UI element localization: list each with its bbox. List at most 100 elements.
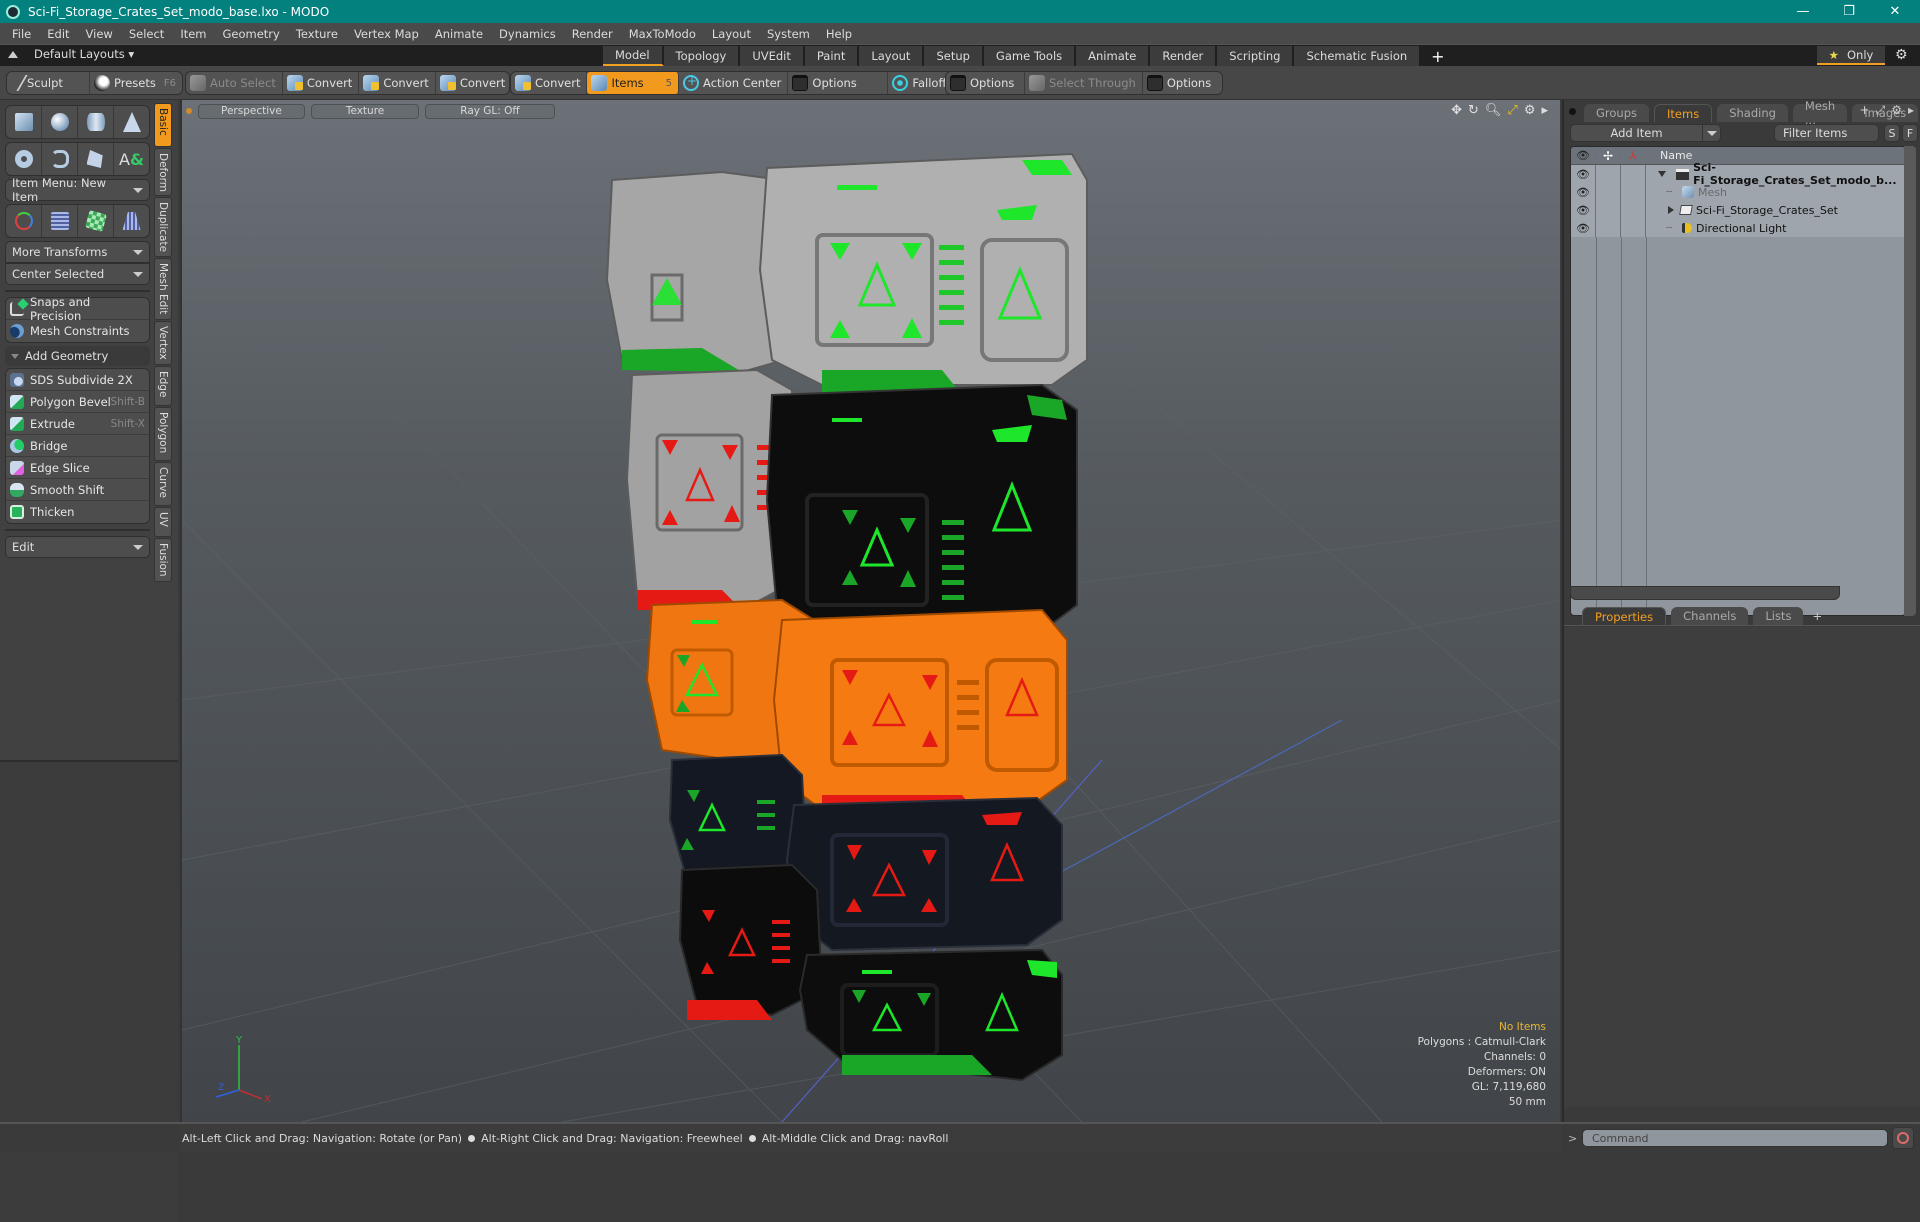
tree-item-scene[interactable]: 👁︎ Sci-Fi_Storage_Crates_Set_modo_b... <box>1571 161 1905 187</box>
items-mode-button[interactable]: Items 5 <box>587 72 680 94</box>
tab-uvedit[interactable]: UVEdit <box>740 46 805 66</box>
vtab-vertex[interactable]: Vertex <box>154 321 172 365</box>
item-menu-dropdown[interactable]: Item Menu: New Item <box>5 176 150 204</box>
visibility-eye-icon[interactable]: 👁︎ <box>1576 186 1590 199</box>
presets-button[interactable]: Presets F6 <box>90 72 182 94</box>
polygon-bevel-button[interactable]: Polygon Bevel Shift-B <box>6 391 149 413</box>
menu-select[interactable]: Select <box>121 27 172 41</box>
vtab-edge[interactable]: Edge <box>154 366 172 406</box>
tab-render[interactable]: Render <box>1150 46 1218 66</box>
crate-orange-right[interactable] <box>772 608 1068 820</box>
falloff-options-button[interactable]: Options <box>946 72 1025 94</box>
vtab-mesh-edit[interactable]: Mesh Edit <box>154 258 172 320</box>
viewport-menu-dot[interactable] <box>186 108 192 114</box>
edge-slice-button[interactable]: Edge Slice <box>6 457 149 479</box>
menu-item[interactable]: Item <box>172 27 214 41</box>
menu-file[interactable]: File <box>4 27 39 41</box>
tab-mesh[interactable]: Mesh ... <box>1792 99 1848 127</box>
tab-topology[interactable]: Topology <box>663 46 741 66</box>
crate-black-green-bottom[interactable] <box>798 948 1063 1082</box>
tab-setup[interactable]: Setup <box>924 46 984 66</box>
add-item-dropdown[interactable] <box>1702 125 1720 141</box>
vtab-deform[interactable]: Deform <box>154 148 172 196</box>
panel-gear-icon[interactable]: ⚙ <box>1891 103 1902 118</box>
pan-icon[interactable]: ✥ <box>1451 103 1462 118</box>
maximize-panel-icon[interactable]: ⤢ <box>1876 103 1886 118</box>
raygl-dropdown[interactable]: Ray GL: Off <box>425 103 555 119</box>
extrude-button[interactable]: Extrude Shift-X <box>6 413 149 435</box>
tab-game-tools[interactable]: Game Tools <box>983 46 1077 66</box>
menu-dynamics[interactable]: Dynamics <box>491 27 564 41</box>
tab-channels[interactable]: Channels <box>1671 607 1749 625</box>
spiral-icon[interactable] <box>42 143 78 175</box>
crate-navy-red[interactable] <box>785 796 1063 952</box>
vtab-curve[interactable]: Curve <box>154 462 172 506</box>
viewport-scene[interactable]: Y X Z <box>182 100 1560 1122</box>
bridge-button[interactable]: Bridge <box>6 435 149 457</box>
record-macro-button[interactable] <box>1892 1127 1914 1149</box>
lock-column-icon[interactable]: ✢ <box>1596 147 1621 164</box>
visibility-eye-icon[interactable]: 👁︎ <box>1576 168 1590 181</box>
smooth-shift-button[interactable]: Smooth Shift <box>6 479 149 501</box>
restore-icon[interactable]: ❐ <box>1826 0 1872 23</box>
thicken-button[interactable]: Thicken <box>6 501 149 523</box>
menu-animate[interactable]: Animate <box>427 27 491 41</box>
crate-black-green[interactable] <box>765 383 1078 642</box>
items-vertical-scrollbar[interactable] <box>1904 146 1916 616</box>
sculpt-button[interactable]: Sculpt <box>6 72 91 94</box>
zoom-icon[interactable]: 🔍︎ <box>1485 103 1502 118</box>
expand-triangle-icon[interactable] <box>1658 171 1666 177</box>
menu-view[interactable]: View <box>78 27 121 41</box>
select-through-button[interactable]: Select Through <box>1025 72 1143 94</box>
tab-paint[interactable]: Paint <box>804 46 860 66</box>
edit-dropdown[interactable]: Edit <box>5 536 150 558</box>
collapse-up-icon[interactable] <box>8 50 18 58</box>
cylinder-icon[interactable] <box>78 106 114 138</box>
vtab-polygon[interactable]: Polygon <box>154 407 172 461</box>
vtab-fusion[interactable]: Fusion <box>154 538 172 582</box>
tab-items[interactable]: Items <box>1654 104 1713 122</box>
vtab-basic[interactable]: Basic <box>154 103 172 147</box>
default-layouts-dropdown[interactable]: Default Layouts ▾ <box>8 47 134 61</box>
tree-item-group[interactable]: 👁︎ Sci-Fi_Storage_Crates_Set <box>1571 201 1905 219</box>
tab-scripting[interactable]: Scripting <box>1217 46 1295 66</box>
3d-viewport[interactable]: Y X Z Perspective Texture Ray GL: Off ✥ … <box>180 100 1560 1122</box>
add-properties-tab-icon[interactable]: + <box>1808 607 1826 625</box>
tab-shading[interactable]: Shading <box>1717 104 1788 122</box>
f-filter-button[interactable]: F <box>1902 124 1918 142</box>
visibility-column-icon[interactable]: 👁︎ <box>1571 147 1596 164</box>
pen-icon[interactable] <box>78 143 114 175</box>
convert-edges-button[interactable]: Convert <box>359 72 436 94</box>
grid-deform-icon[interactable] <box>42 205 78 237</box>
text-icon[interactable]: A& <box>114 143 149 175</box>
gear-icon[interactable]: ⚙ <box>1895 47 1908 63</box>
convert-polygons-button[interactable]: Convert <box>436 72 511 94</box>
tab-layout[interactable]: Layout <box>859 46 925 66</box>
cube-icon[interactable] <box>6 106 42 138</box>
items-horizontal-scrollbar[interactable] <box>1570 586 1840 600</box>
checker-uv-icon[interactable] <box>78 205 114 237</box>
center-selected-dropdown[interactable]: Center Selected <box>5 263 150 285</box>
convert-materials-button[interactable]: Convert <box>511 72 588 94</box>
menu-geometry[interactable]: Geometry <box>215 27 288 41</box>
tab-animate[interactable]: Animate <box>1076 46 1151 66</box>
menu-vertex-map[interactable]: Vertex Map <box>346 27 427 41</box>
only-button[interactable]: ★ Only <box>1817 46 1885 65</box>
menu-edit[interactable]: Edit <box>39 27 77 41</box>
torus-icon[interactable] <box>6 143 42 175</box>
menu-texture[interactable]: Texture <box>288 27 346 41</box>
snaps-and-precision-button[interactable]: Snaps and Precision <box>6 295 149 323</box>
panel-arrow-icon[interactable]: ▸ <box>1908 103 1914 118</box>
expand-triangle-icon[interactable] <box>1668 206 1674 214</box>
vtab-uv[interactable]: UV <box>154 507 172 537</box>
add-tab-icon[interactable]: + <box>1860 103 1870 118</box>
close-icon[interactable]: ✕ <box>1872 0 1918 23</box>
minimize-icon[interactable]: — <box>1780 0 1826 23</box>
add-item-button[interactable]: Add Item <box>1570 124 1721 142</box>
transform-gizmo-icon[interactable] <box>6 205 42 237</box>
maximize-icon[interactable]: ⤢ <box>1507 103 1517 118</box>
tab-schematic-fusion[interactable]: Schematic Fusion <box>1294 46 1422 66</box>
more-transforms-dropdown[interactable]: More Transforms <box>5 241 150 263</box>
menu-system[interactable]: System <box>759 27 818 41</box>
action-center-button[interactable]: Action Center <box>679 72 789 94</box>
